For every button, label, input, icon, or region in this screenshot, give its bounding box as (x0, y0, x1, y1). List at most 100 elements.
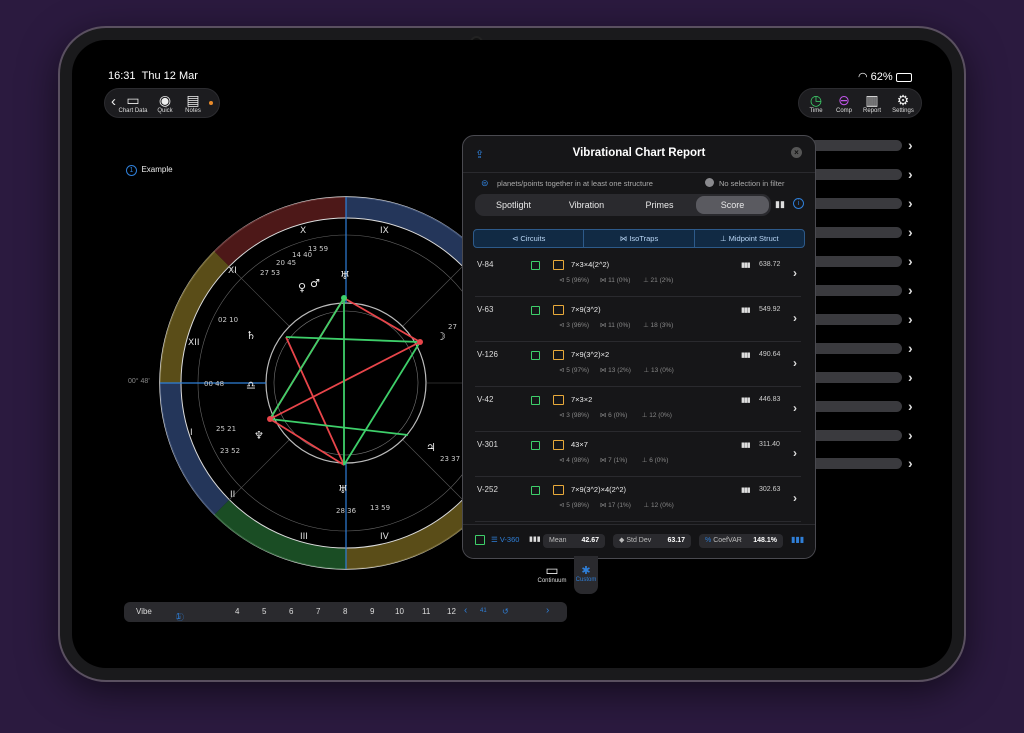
tab-spotlight[interactable]: Spotlight (477, 196, 550, 214)
house-i: I (190, 428, 193, 438)
checkbox-icon[interactable] (531, 306, 540, 315)
chevron-right-icon[interactable]: › (908, 224, 913, 240)
battery-icon (895, 72, 912, 82)
info-icon[interactable]: i (793, 198, 804, 209)
tab-primes[interactable]: Primes (623, 196, 696, 214)
quick-label: Quick (157, 108, 173, 114)
uranus-glyph: ♅ (340, 269, 350, 282)
continuum-tab[interactable]: ▭ Continuum (534, 562, 570, 584)
chevron-right-icon[interactable]: › (793, 266, 797, 280)
time-button[interactable]: ◷ Time (803, 92, 829, 114)
mars-glyph: ♂ (310, 277, 320, 290)
report-button[interactable]: ▥ Report (859, 92, 885, 114)
chevron-right-icon[interactable]: › (908, 311, 913, 327)
signal-bars-icon: ▮▮▮ (741, 397, 751, 404)
battery-level: 62% (870, 71, 893, 83)
vibe-number[interactable]: 9 (370, 607, 374, 616)
comp-icon: ⊖ (838, 92, 850, 108)
custom-tab[interactable]: ✱ Custom (574, 556, 598, 594)
vibe-number[interactable]: 12 (447, 607, 456, 616)
chevron-right-icon[interactable]: › (793, 401, 797, 415)
list-bar (810, 285, 902, 296)
chevron-right-icon[interactable]: › (908, 427, 913, 443)
close-icon[interactable]: × (791, 147, 802, 158)
moon-glyph: ☽ (436, 330, 446, 343)
folder-icon: ▭ (126, 92, 140, 108)
chevron-left-icon[interactable]: ‹ (464, 605, 467, 616)
chevron-right-icon[interactable]: › (908, 369, 913, 385)
checkbox-icon[interactable] (531, 351, 540, 360)
vibe-number[interactable]: 5 (262, 607, 266, 616)
a-icon (553, 305, 564, 315)
checkbox-icon[interactable] (531, 486, 540, 495)
comp-label: Comp (835, 108, 852, 114)
chevron-right-icon[interactable]: › (793, 491, 797, 505)
checkbox-icon[interactable] (531, 441, 540, 450)
vibe-number[interactable]: 6 (289, 607, 293, 616)
planet-label: 23 52 (220, 447, 240, 455)
chevron-right-icon[interactable]: › (793, 311, 797, 325)
std-label: Std Dev (626, 537, 652, 544)
chevron-right-icon[interactable]: › (908, 195, 913, 211)
mean-value: 42.67 (581, 537, 599, 544)
tab-vibration[interactable]: Vibration (550, 196, 623, 214)
table-row[interactable]: V-63 7×9(3^2) ⊲ 3 (96%) ⋈ 11 (0%) ⊥ 18 (… (475, 297, 801, 342)
filter-icon[interactable]: ⊜ (481, 178, 489, 189)
table-row[interactable]: V-42 7×3×2 ⊲ 3 (98%) ⋈ 6 (0%) ⊥ 12 (0%) … (475, 387, 801, 432)
vibe-number[interactable]: 8 (343, 607, 347, 616)
tab-score[interactable]: Score (696, 196, 769, 214)
list-bar (810, 401, 902, 412)
report-label: Report (862, 108, 881, 114)
chevron-right-icon[interactable]: › (908, 166, 913, 182)
planet-label: 00 48 (204, 380, 224, 388)
vibe-number[interactable]: 4 (235, 607, 239, 616)
settings-button[interactable]: ⚙ Settings (889, 92, 917, 114)
std-value: 63.17 (667, 537, 685, 544)
house-iii: III (300, 532, 308, 542)
reset-icon[interactable]: ↺ (502, 607, 509, 616)
list-bar (810, 372, 902, 383)
planet-label: 25 21 (216, 425, 236, 433)
bar-chart-icon[interactable]: ▮▮ (775, 199, 785, 210)
chevron-right-icon[interactable]: › (908, 398, 913, 414)
list-bar (810, 169, 902, 180)
chevron-right-icon[interactable]: › (793, 446, 797, 460)
range-label[interactable]: ☰ V-360 (491, 535, 519, 544)
histogram-icon[interactable]: ▮▮▮ (791, 535, 804, 544)
diamond-icon: ◆ (619, 537, 625, 544)
mc-glyph: ♅ (338, 483, 348, 496)
notes-button[interactable]: ▤ Notes (181, 92, 205, 114)
row-id: V-42 (477, 395, 494, 404)
chevron-right-icon[interactable]: › (908, 340, 913, 356)
selection-toggle[interactable] (705, 178, 714, 187)
chevron-right-icon[interactable]: › (908, 455, 913, 471)
table-row[interactable]: V-301 43×7 ⊲ 4 (98%) ⋈ 7 (1%) ⊥ 6 (0%) ▮… (475, 432, 801, 477)
chevron-right-icon[interactable]: › (908, 253, 913, 269)
checkbox-icon[interactable] (531, 261, 540, 270)
subtab-isotraps[interactable]: ⋈ IsoTraps (584, 230, 695, 247)
vibrational-report-panel: ⇪ Vibrational Chart Report × ⊜ planets/p… (462, 135, 816, 559)
house-xii: XII (188, 338, 199, 348)
chart-data-button[interactable]: ▭ Chart Data (113, 92, 153, 114)
vibe-number[interactable]: 10 (395, 607, 404, 616)
example-badge[interactable]: 1 Example (126, 165, 173, 176)
subtab-circuits[interactable]: ⊲ Circuits (474, 230, 585, 247)
subtab-midpoint[interactable]: ⊥ Midpoint Struct (695, 230, 804, 247)
comp-button[interactable]: ⊖ Comp (831, 92, 857, 114)
chevron-right-icon[interactable]: › (908, 282, 913, 298)
row-formula: 7×3×4(2^2) (571, 260, 610, 269)
checkbox-icon[interactable] (531, 396, 540, 405)
chevron-right-icon[interactable]: › (793, 356, 797, 370)
chevron-right-icon[interactable]: › (908, 137, 913, 153)
chart-data-label: Chart Data (118, 108, 148, 114)
table-row[interactable]: V-252 7×9(3^2)×4(2^2) ⊲ 5 (98%) ⋈ 17 (1%… (475, 477, 801, 522)
quick-button[interactable]: ◉ Quick (153, 92, 177, 114)
table-row[interactable]: V-126 7×9(3^2)×2 ⊲ 5 (97%) ⋈ 13 (2%) ⊥ 1… (475, 342, 801, 387)
table-row[interactable]: V-84 7×3×4(2^2) ⊲ 5 (96%) ⋈ 11 (0%) ⊥ 21… (475, 252, 801, 297)
chevron-right-icon[interactable]: › (546, 605, 549, 616)
row-id: V-252 (477, 485, 498, 494)
checkbox-icon[interactable] (475, 535, 485, 545)
a-icon (553, 395, 564, 405)
vibe-number[interactable]: 7 (316, 607, 320, 616)
vibe-number[interactable]: 11 (422, 607, 430, 616)
